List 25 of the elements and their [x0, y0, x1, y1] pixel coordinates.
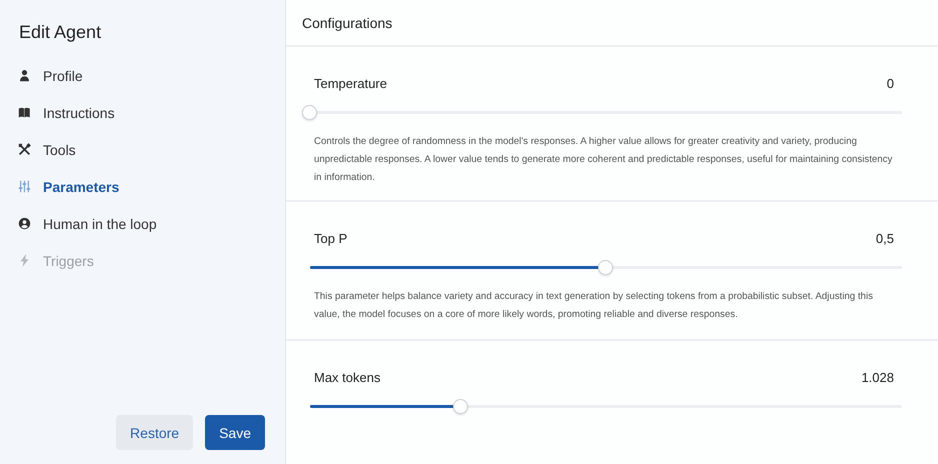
parameter-value: 0,5	[876, 231, 894, 246]
parameter-label: Max tokens	[314, 370, 380, 385]
slider-thumb[interactable]	[302, 105, 317, 120]
lightning-bolt-icon	[18, 254, 31, 267]
nav-item[interactable]: Instructions	[18, 94, 265, 131]
slider-thumb[interactable]	[598, 260, 613, 275]
parameter-value: 1.028	[861, 370, 894, 385]
parameter-description: This parameter helps balance variety and accuracy in text generation by selecting tokens from a probabilistic subset. Adjusting this value, the model focuses on a core of more likely words, promoting reliable and diverse responses.	[314, 290, 874, 322]
sidebar-title: Edit Agent	[19, 22, 102, 43]
parameter-label: Top P	[314, 231, 348, 246]
sliders-icon	[18, 180, 31, 193]
person-icon	[18, 69, 31, 82]
parameter-description: Controls the degree of randomness in the model's responses. A higher value allows for greater creativity and variety, producing unpredictable responses. A lower value tends to generate more coherent and predictable responses, useful for maintaining consistency in information.	[314, 135, 894, 185]
tools-icon	[18, 143, 31, 156]
parameter-value: 0	[886, 76, 894, 91]
nav-item[interactable]: Tools	[18, 131, 265, 168]
save-button[interactable]: Save	[205, 415, 265, 450]
nav-item[interactable]: Parameters	[18, 168, 265, 205]
panel-title: Configurations	[301, 14, 394, 33]
nav-item[interactable]: Profile	[18, 57, 265, 94]
slider-thumb[interactable]	[452, 399, 468, 414]
restore-button[interactable]: Restore	[116, 415, 194, 450]
book-icon	[18, 106, 31, 119]
parameter-label: Temperature	[314, 76, 387, 91]
nav-item[interactable]: Human in the loop	[18, 205, 265, 242]
